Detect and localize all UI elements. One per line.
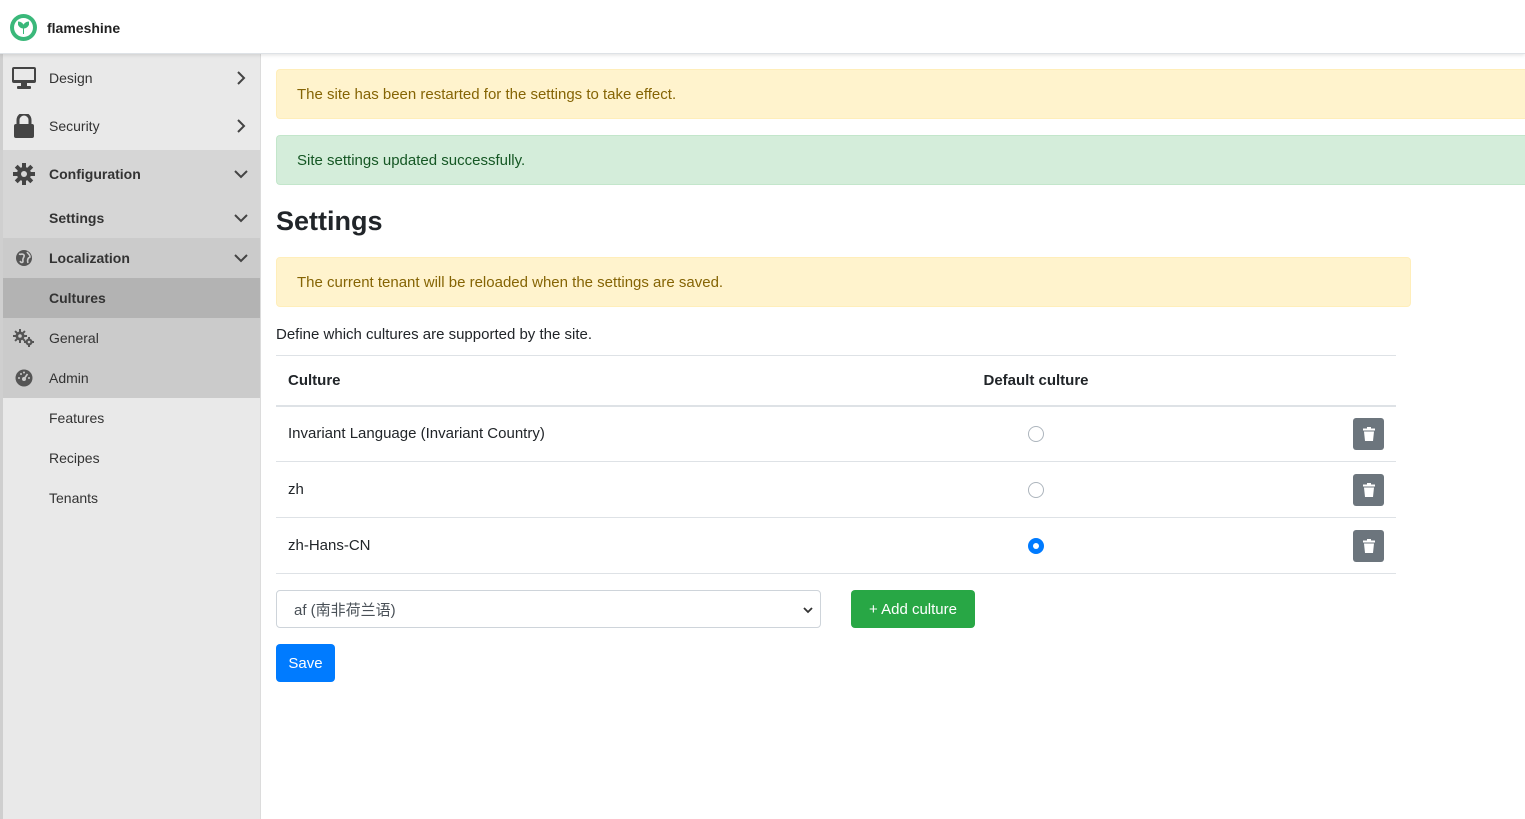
table-header-row: Culture Default culture — [276, 355, 1396, 407]
sidebar-item-configuration[interactable]: Configuration — [3, 150, 260, 198]
chevron-down-icon — [234, 214, 248, 223]
sidebar-item-label: Security — [49, 118, 100, 134]
default-culture-radio[interactable] — [1028, 426, 1044, 443]
action-cell — [1136, 517, 1396, 574]
sidebar-item-label: Admin — [49, 370, 89, 386]
sidebar-item-general[interactable]: General — [3, 318, 260, 358]
table-row: zh-Hans-CN — [276, 517, 1396, 574]
add-culture-button[interactable]: + Add culture — [851, 590, 975, 628]
default-cell — [936, 405, 1136, 462]
culture-name: Invariant Language (Invariant Country) — [276, 405, 936, 462]
chevron-down-icon — [234, 254, 248, 263]
column-header-culture: Culture — [276, 355, 936, 407]
alert-text: The current tenant will be reloaded when… — [297, 273, 724, 291]
sidebar-item-label: Configuration — [49, 166, 141, 182]
alert-text: The site has been restarted for the sett… — [297, 85, 677, 103]
table-row: zh — [276, 461, 1396, 518]
culture-select-value: af (南非荷兰语) — [294, 601, 396, 619]
culture-name: zh — [276, 461, 936, 518]
trash-icon — [1362, 538, 1375, 553]
success-alert: Site settings updated successfully. — [276, 135, 1525, 185]
lock-icon — [12, 114, 36, 138]
default-cell — [936, 517, 1136, 574]
column-header-action — [1136, 355, 1396, 407]
alert-text: Site settings updated successfully. — [297, 151, 526, 169]
sidebar-item-settings[interactable]: Settings — [3, 198, 260, 238]
culture-select[interactable]: af (南非荷兰语) — [276, 590, 821, 628]
sidebar-item-recipes[interactable]: Recipes — [3, 438, 260, 478]
trash-icon — [1362, 426, 1375, 441]
brand[interactable]: flameshine — [10, 14, 120, 41]
sidebar-item-label: Features — [49, 410, 105, 426]
sidebar-item-label: Cultures — [49, 290, 106, 306]
sidebar-item-label: General — [49, 330, 99, 346]
chevron-right-icon — [237, 71, 246, 85]
default-culture-radio[interactable] — [1028, 538, 1044, 555]
globe-icon — [12, 246, 36, 270]
page-description: Define which cultures are supported by t… — [276, 326, 593, 343]
top-bar: flameshine — [0, 0, 1525, 54]
sidebar-item-security[interactable]: Security — [3, 102, 260, 150]
sidebar-item-localization[interactable]: Localization — [3, 238, 260, 278]
column-header-default: Default culture — [936, 355, 1136, 407]
sidebar-item-label: Settings — [49, 210, 105, 226]
restart-alert: The site has been restarted for the sett… — [276, 69, 1525, 119]
action-cell — [1136, 461, 1396, 518]
sidebar-item-design[interactable]: Design — [3, 54, 260, 102]
sidebar-item-label: Tenants — [49, 490, 99, 506]
delete-culture-button[interactable] — [1353, 417, 1384, 450]
sidebar: Design Security Configuration Settings L… — [0, 54, 261, 819]
gears-icon — [12, 326, 36, 350]
monitor-icon — [12, 66, 36, 90]
sidebar-item-features[interactable]: Features — [3, 398, 260, 438]
delete-culture-button[interactable] — [1353, 529, 1384, 562]
trash-icon — [1362, 482, 1375, 497]
sidebar-item-label: Recipes — [49, 450, 100, 466]
leaf-logo-icon — [10, 14, 37, 41]
sidebar-item-admin[interactable]: Admin — [3, 358, 260, 398]
sidebar-item-label: Localization — [49, 250, 130, 266]
default-culture-radio[interactable] — [1028, 482, 1044, 499]
cultures-table: Culture Default culture Invariant Langua… — [276, 355, 1396, 574]
default-cell — [936, 461, 1136, 518]
chevron-down-icon — [234, 170, 248, 179]
brand-name: flameshine — [47, 19, 121, 36]
save-button[interactable]: Save — [276, 644, 335, 682]
sidebar-item-label: Design — [49, 70, 93, 86]
page-title: Settings — [276, 206, 383, 236]
sidebar-item-tenants[interactable]: Tenants — [3, 478, 260, 518]
action-cell — [1136, 405, 1396, 462]
chevron-right-icon — [237, 119, 246, 133]
dashboard-icon — [12, 366, 36, 390]
table-row: Invariant Language (Invariant Country) — [276, 405, 1396, 462]
sidebar-item-cultures[interactable]: Cultures — [3, 278, 260, 318]
chevron-down-icon — [803, 607, 813, 614]
delete-culture-button[interactable] — [1353, 473, 1384, 506]
culture-name: zh-Hans-CN — [276, 517, 936, 574]
gear-icon — [12, 162, 36, 186]
reload-alert: The current tenant will be reloaded when… — [276, 257, 1411, 307]
